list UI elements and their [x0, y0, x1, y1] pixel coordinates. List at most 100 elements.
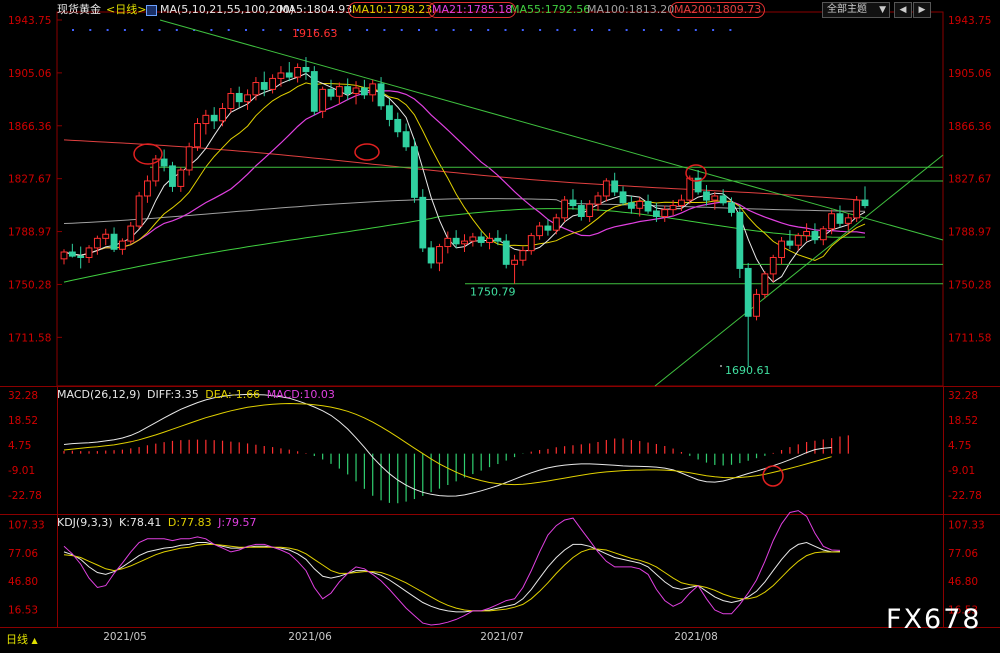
nav-left-button[interactable]: ◀	[894, 2, 912, 18]
macd-tick-label-right: 32.28	[948, 390, 978, 402]
signal-marker	[573, 29, 576, 31]
kdj-tick-label-left: 107.33	[8, 519, 45, 531]
signal-marker	[660, 29, 663, 31]
candle-body	[703, 191, 710, 201]
candle-body	[536, 225, 544, 237]
candle-body	[352, 87, 360, 94]
candle-body	[294, 66, 302, 78]
signal-marker	[141, 29, 144, 31]
candle-body	[436, 246, 443, 264]
signal-marker	[469, 29, 472, 31]
candle-body	[252, 82, 260, 96]
candle-body	[118, 240, 126, 250]
macd-tick-label-right: -22.78	[948, 490, 982, 502]
ma100-line	[63, 198, 866, 224]
candle-body	[561, 199, 569, 219]
footer-bar: 日线 ▲ 指标VTR指标指标MACDBOLL叠加指标	[0, 628, 1000, 653]
timeframe-tab[interactable]: 日线 ▲	[6, 631, 38, 647]
candle-body	[819, 228, 827, 241]
kdj-d-value: D:77.83	[167, 516, 212, 529]
candle-body	[861, 199, 869, 207]
candle-body	[511, 259, 518, 265]
kdj-k-line	[63, 541, 841, 613]
macd-tick-label-right: 18.52	[948, 415, 978, 427]
candle-body	[93, 237, 101, 249]
kdj-tick-label-left: 16.53	[8, 605, 38, 617]
candle-body	[102, 233, 110, 239]
signal-marker	[521, 29, 524, 31]
signal-marker	[608, 29, 611, 31]
price-tick-label-right: 1905.06	[948, 68, 992, 80]
signal-marker	[175, 29, 178, 31]
macd-tick-label-left: -22.78	[8, 490, 42, 502]
kdj-tick-label-left: 46.80	[8, 576, 38, 588]
candle-body	[411, 146, 418, 198]
macd-macd-value: MACD:10.03	[266, 388, 335, 401]
candle-body	[769, 256, 777, 275]
candle-body	[652, 210, 660, 217]
kdj-params: KDJ(9,3,3)	[57, 516, 113, 529]
chart-window: 1943.75 1943.75 1905.06 1905.06 1866.36 1866.…	[0, 0, 1000, 653]
signal-marker	[625, 29, 628, 31]
signal-marker	[694, 29, 697, 31]
candle-body	[828, 213, 836, 230]
candle-body	[736, 211, 744, 269]
macd-dea-value: DEA:-1.66	[205, 388, 261, 401]
kdj-k-value: K:78.41	[119, 516, 162, 529]
candle-body	[486, 237, 493, 243]
settings-icon[interactable]	[146, 5, 157, 16]
kdj-header: KDJ(9,3,3) K:78.41 D:77.83 J:79.57	[57, 516, 257, 529]
candle-body	[285, 72, 293, 78]
candle-body	[786, 240, 794, 246]
timeframe-label[interactable]: <日线>	[106, 0, 146, 20]
candle-body	[194, 123, 201, 148]
kdj-tick-label-left: 77.06	[8, 548, 38, 560]
price-tick-label-right: 1750.28	[948, 279, 991, 291]
candle-body	[469, 236, 477, 242]
macd-params: MACD(26,12,9)	[57, 388, 141, 401]
candle-body	[477, 236, 485, 243]
signal-marker	[487, 29, 490, 31]
candle-body	[836, 213, 844, 224]
theme-select[interactable]: 全部主题 ▼	[822, 2, 890, 18]
candle-body	[461, 240, 468, 245]
candle-body	[602, 180, 610, 197]
candle-body	[327, 88, 335, 97]
signal-marker	[210, 29, 213, 31]
macd-tick-label-left: 32.28	[8, 390, 38, 402]
candle-body	[686, 177, 694, 201]
ma-legend-item: MA55:1792.56	[510, 3, 591, 16]
signal-marker	[435, 29, 438, 31]
nav-right-button[interactable]: ▶	[913, 2, 931, 18]
candle-body	[728, 202, 735, 213]
candle-body	[444, 237, 452, 248]
signal-marker	[400, 29, 403, 31]
macd-tick-label-left: -9.01	[8, 465, 35, 477]
candle-body	[402, 131, 410, 148]
candle-body	[419, 196, 427, 249]
signal-marker	[348, 29, 351, 31]
signal-marker	[245, 29, 247, 31]
low-annotation-1750: 1750.79	[470, 286, 516, 299]
signal-marker	[89, 29, 92, 31]
candle-body	[227, 92, 235, 110]
candle-body	[577, 205, 585, 217]
candle-body	[169, 165, 176, 187]
low-annotation-1690: 1690.61	[725, 364, 771, 377]
kdj-tick-label-right: 46.80	[948, 576, 978, 588]
signal-marker	[729, 29, 732, 31]
candle-body	[744, 267, 752, 317]
candle-body	[202, 114, 210, 125]
kdj-tick-label-right: 77.06	[948, 548, 978, 560]
signal-marker	[123, 29, 126, 31]
candle-body	[369, 83, 377, 96]
candle-body	[60, 251, 68, 260]
highlight-circle	[354, 143, 380, 161]
candle-body	[853, 199, 861, 219]
price-tick-label-right: 1788.97	[948, 227, 991, 239]
instrument-name[interactable]: 现货黄金	[57, 0, 101, 20]
ma-legend-item: MA21:1785.18	[428, 2, 517, 18]
signal-marker	[106, 29, 109, 31]
price-tick-label-right: 1866.36	[948, 121, 992, 133]
macd-diff-value: DIFF:3.35	[147, 388, 199, 401]
